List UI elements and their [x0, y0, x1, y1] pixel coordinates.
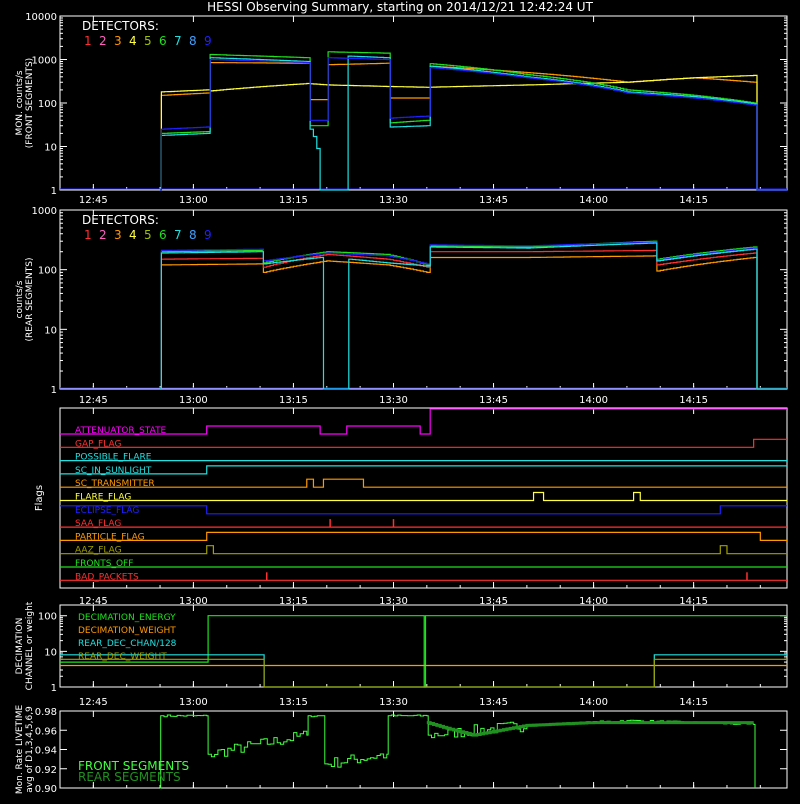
x-tick-label: 14:15 [679, 395, 708, 406]
x-tick-label: 13:15 [279, 697, 308, 708]
detector-legend-number: 4 [129, 34, 137, 48]
y-tick-label: 10 [44, 143, 57, 154]
x-tick-label: 13:15 [279, 195, 308, 206]
detector-legend-number: 1 [84, 228, 92, 242]
detector-legend-number: 2 [99, 228, 107, 242]
flag-label: ATTENUATOR_STATE [75, 426, 167, 436]
y-axis-label-line: (FRONT SEGMENTS) [25, 58, 35, 148]
legend-entry: DECIMATION_ENERGY [78, 613, 176, 623]
detector-legend-number: 5 [144, 228, 152, 242]
y-tick-label: 10 [44, 647, 57, 658]
x-tick-label: 14:00 [579, 195, 608, 206]
x-tick-label: 12:45 [79, 697, 108, 708]
flag-label: POSSIBLE_FLARE [75, 453, 152, 463]
x-tick-label: 13:45 [479, 697, 508, 708]
y-tick-label: 1 [51, 385, 57, 396]
y-tick-label: 0.98 [35, 707, 57, 718]
flag-label: BAD_PACKETS [75, 572, 139, 582]
x-tick-label: 14:00 [579, 395, 608, 406]
x-tick-label: 13:30 [379, 395, 408, 406]
detector-legend-number: 8 [189, 34, 197, 48]
detector-legend-number: 9 [204, 228, 212, 242]
detector-legend-number: 3 [114, 228, 122, 242]
x-tick-label: 13:30 [379, 195, 408, 206]
y-axis-label-line: DECIMATION [15, 618, 25, 675]
x-tick-label: 13:00 [179, 395, 208, 406]
detector-legend-number: 1 [84, 34, 92, 48]
y-axis-label-line: CHANNEL or weight [25, 601, 35, 690]
x-tick-label: 12:45 [79, 395, 108, 406]
y-tick-label: 100 [38, 266, 57, 277]
flag-label: SC_IN_SUNLIGHT [75, 466, 152, 476]
detector-legend-number: 3 [114, 34, 122, 48]
x-tick-label: 14:15 [679, 697, 708, 708]
legend-entry: REAR SEGMENTS [78, 770, 181, 784]
flag-label: GAP_FLAG [75, 439, 121, 449]
detector-legend-number: 2 [99, 34, 107, 48]
detector-legend-number: 4 [129, 228, 137, 242]
y-axis-label-line: Mon. Rate LIVETIME [15, 705, 25, 795]
y-axis-label: MON. counts/s(FRONT SEGMENTS) [15, 58, 35, 148]
flag-label: AAZ_FLAG [75, 546, 122, 556]
x-tick-label: 13:45 [479, 195, 508, 206]
y-axis-label-line: avg of D1,3,4,5,6,9 [25, 706, 35, 793]
detector-legend-number: 9 [204, 34, 212, 48]
y-axis-label: Mon. Rate LIVETIMEavg of D1,3,4,5,6,9 [15, 705, 35, 795]
y-axis-label-line: MON. counts/s [15, 70, 25, 135]
x-tick-label: 13:00 [179, 195, 208, 206]
y-tick-label: 100 [38, 99, 57, 110]
legend-entry: DECIMATION_WEIGHT [78, 626, 176, 636]
y-tick-label: 1000 [32, 206, 57, 217]
observing-summary: HESSI Observing Summary, starting on 201… [0, 0, 800, 800]
y-tick-label: 0.90 [35, 784, 57, 795]
page-title: HESSI Observing Summary, starting on 201… [207, 0, 593, 14]
y-tick-label: 1000 [32, 56, 57, 67]
flag-label: SC_TRANSMITTER [75, 479, 155, 489]
x-tick-label: 13:30 [379, 697, 408, 708]
detector-legend-number: 6 [159, 228, 167, 242]
detector-legend-number: 8 [189, 228, 197, 242]
y-axis-label-line: (REAR SEGMENTS) [25, 257, 35, 341]
legend-entry: REAR_DEC_CHAN/128 [78, 639, 177, 649]
detector-legend-number: 6 [159, 34, 167, 48]
y-tick-label: 0.92 [35, 765, 57, 776]
y-tick-label: 0.96 [35, 726, 57, 737]
flag-label: FLARE_FLAG [75, 493, 131, 503]
x-tick-label: 13:45 [479, 395, 508, 406]
y-axis-label: Flags [34, 485, 45, 511]
detector-legend-number: 5 [144, 34, 152, 48]
flag-label: FRONTS_OFF [75, 559, 133, 569]
x-tick-label: 12:45 [79, 195, 108, 206]
y-tick-label: 100 [38, 612, 57, 623]
detector-legend-title: DETECTORS: [82, 213, 159, 227]
detector-legend-number: 7 [174, 228, 182, 242]
x-tick-label: 14:15 [679, 195, 708, 206]
y-axis-label-line: counts/s [15, 280, 25, 318]
x-tick-label: 13:00 [179, 697, 208, 708]
flag-label: PARTICLE_FLAG [75, 532, 145, 542]
flag-label: ECLIPSE_FLAG [75, 506, 139, 516]
y-tick-label: 10 [44, 325, 57, 336]
y-tick-label: 1 [51, 683, 57, 694]
detector-legend-title: DETECTORS: [82, 19, 159, 33]
flag-label: SAA_FLAG [75, 519, 121, 529]
y-tick-label: 1 [51, 186, 57, 197]
summary-plot: 12:45 13:00 13:15 13:30 13:45 14:00 14:1511010… [0, 0, 800, 800]
x-tick-label: 14:00 [579, 697, 608, 708]
legend-entry: REAR_DEC_WEIGHT [78, 652, 167, 662]
y-tick-label: 0.94 [35, 746, 57, 757]
x-tick-label: 13:15 [279, 395, 308, 406]
detector-legend-number: 7 [174, 34, 182, 48]
